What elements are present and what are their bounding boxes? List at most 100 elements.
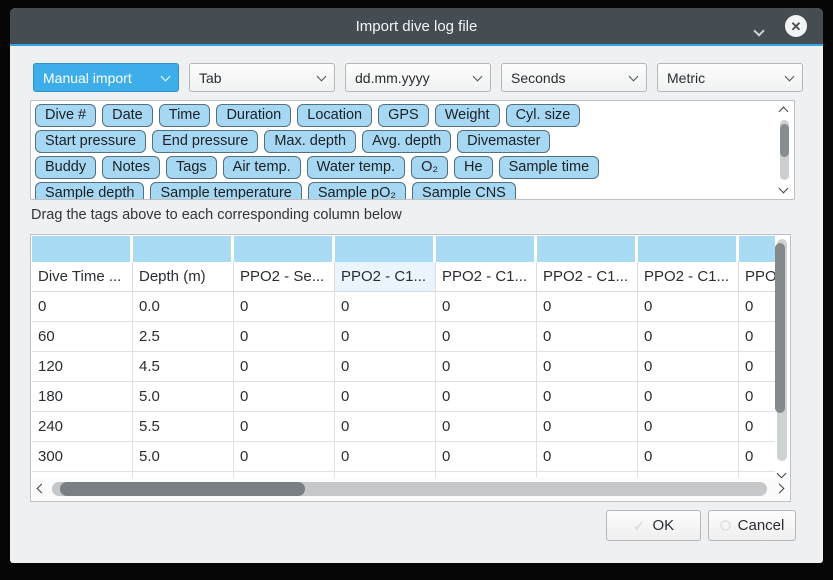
scrollbar-thumb[interactable] bbox=[775, 243, 785, 413]
tag-o[interactable]: O₂ bbox=[411, 156, 448, 179]
tag-water-temp[interactable]: Water temp. bbox=[307, 156, 405, 179]
tag-sample-depth[interactable]: Sample depth bbox=[35, 182, 144, 199]
drop-cell[interactable] bbox=[234, 236, 332, 262]
table-cell[interactable]: 0 bbox=[638, 442, 739, 471]
drop-cell[interactable] bbox=[739, 236, 775, 262]
table-horizontal-scrollbar[interactable] bbox=[32, 478, 789, 500]
table-cell[interactable]: 300 bbox=[32, 442, 133, 471]
tag-duration[interactable]: Duration bbox=[216, 104, 291, 127]
table-cell[interactable]: 0 bbox=[537, 412, 638, 441]
tag-start-pressure[interactable]: Start pressure bbox=[35, 130, 146, 153]
table-cell[interactable]: 5.0 bbox=[133, 382, 234, 411]
table-cell[interactable]: 0 bbox=[436, 292, 537, 321]
tag-gps[interactable]: GPS bbox=[378, 104, 429, 127]
table-cell[interactable]: 0 bbox=[739, 442, 775, 471]
table-cell[interactable]: 0 bbox=[234, 382, 335, 411]
table-cell[interactable]: 0 bbox=[335, 412, 436, 441]
table-cell[interactable]: 0 bbox=[537, 322, 638, 351]
tag-tags[interactable]: Tags bbox=[166, 156, 217, 179]
field-separator-select[interactable]: Tab bbox=[189, 63, 335, 92]
table-cell[interactable]: 0 bbox=[739, 382, 775, 411]
tag-sample-cns[interactable]: Sample CNS bbox=[412, 182, 516, 199]
tag-air-temp[interactable]: Air temp. bbox=[223, 156, 301, 179]
tag-buddy[interactable]: Buddy bbox=[35, 156, 96, 179]
table-cell[interactable]: 0 bbox=[537, 382, 638, 411]
chevron-down-icon[interactable] bbox=[779, 184, 789, 194]
tag-pool-scrollbar[interactable] bbox=[778, 104, 791, 196]
chevron-left-icon[interactable] bbox=[37, 484, 47, 494]
chevron-right-icon[interactable] bbox=[775, 484, 785, 494]
table-cell[interactable]: 0 bbox=[234, 352, 335, 381]
table-cell[interactable]: 0 bbox=[436, 412, 537, 441]
table-cell[interactable]: 0 bbox=[436, 322, 537, 351]
tag-notes[interactable]: Notes bbox=[102, 156, 160, 179]
date-format-select[interactable]: dd.mm.yyyy bbox=[345, 63, 491, 92]
cancel-button[interactable]: Cancel bbox=[708, 510, 796, 541]
table-cell[interactable]: 0 bbox=[335, 352, 436, 381]
tag-weight[interactable]: Weight bbox=[435, 104, 500, 127]
table-cell[interactable]: 0 bbox=[739, 292, 775, 321]
table-cell[interactable]: 60 bbox=[32, 322, 133, 351]
import-mode-select[interactable]: Manual import bbox=[33, 63, 179, 92]
table-cell[interactable]: 0 bbox=[335, 442, 436, 471]
tag-location[interactable]: Location bbox=[297, 104, 372, 127]
column-header[interactable]: PPO2 - C1... bbox=[335, 262, 436, 291]
column-header[interactable]: PPO2 bbox=[739, 262, 775, 291]
table-cell[interactable]: 0 bbox=[436, 442, 537, 471]
tag-sample-temperature[interactable]: Sample temperature bbox=[150, 182, 301, 199]
tag-date[interactable]: Date bbox=[102, 104, 153, 127]
column-header[interactable]: PPO2 - C1... bbox=[638, 262, 739, 291]
close-icon[interactable]: ✕ bbox=[785, 15, 807, 37]
tag-he[interactable]: He bbox=[454, 156, 493, 179]
column-header[interactable]: PPO2 - C1... bbox=[537, 262, 638, 291]
table-cell[interactable]: 0 bbox=[638, 292, 739, 321]
tag-divemaster[interactable]: Divemaster bbox=[457, 130, 550, 153]
tag-cyl-size[interactable]: Cyl. size bbox=[506, 104, 581, 127]
tag-max-depth[interactable]: Max. depth bbox=[264, 130, 356, 153]
table-cell[interactable]: 0 bbox=[335, 322, 436, 351]
table-cell[interactable]: 240 bbox=[32, 412, 133, 441]
table-cell[interactable]: 0 bbox=[234, 442, 335, 471]
tag-time[interactable]: Time bbox=[159, 104, 211, 127]
drop-cell[interactable] bbox=[133, 236, 231, 262]
table-cell[interactable]: 4.5 bbox=[133, 352, 234, 381]
table-cell[interactable]: 0 bbox=[436, 382, 537, 411]
column-header[interactable]: Dive Time ... bbox=[32, 262, 133, 291]
drop-cell[interactable] bbox=[537, 236, 635, 262]
table-cell[interactable]: 0 bbox=[32, 292, 133, 321]
table-cell[interactable]: 0 bbox=[537, 442, 638, 471]
table-cell[interactable]: 5.0 bbox=[133, 442, 234, 471]
scrollbar-track[interactable] bbox=[780, 120, 789, 180]
chevron-up-icon[interactable] bbox=[779, 107, 789, 117]
table-cell[interactable]: 0 bbox=[234, 292, 335, 321]
scrollbar-thumb[interactable] bbox=[780, 124, 789, 157]
tag-end-pressure[interactable]: End pressure bbox=[152, 130, 258, 153]
tag-dive[interactable]: Dive # bbox=[35, 104, 96, 127]
column-header[interactable]: PPO2 - C1... bbox=[436, 262, 537, 291]
titlebar[interactable]: Import dive log file ✕ bbox=[10, 8, 823, 44]
table-cell[interactable]: 120 bbox=[32, 352, 133, 381]
table-cell[interactable]: 0 bbox=[335, 292, 436, 321]
table-cell[interactable]: 0 bbox=[436, 352, 537, 381]
ok-button[interactable]: ✓ OK bbox=[606, 510, 701, 541]
column-header[interactable]: Depth (m) bbox=[133, 262, 234, 291]
shade-chevron-icon[interactable] bbox=[755, 22, 765, 32]
table-cell[interactable]: 0 bbox=[638, 322, 739, 351]
table-vertical-scrollbar[interactable] bbox=[775, 237, 789, 479]
tag-avg-depth[interactable]: Avg. depth bbox=[362, 130, 451, 153]
drop-cell[interactable] bbox=[32, 236, 130, 262]
table-cell[interactable]: 0 bbox=[739, 412, 775, 441]
table-cell[interactable]: 0 bbox=[739, 322, 775, 351]
table-cell[interactable]: 2.5 bbox=[133, 322, 234, 351]
scrollbar-track[interactable] bbox=[52, 482, 767, 496]
table-cell[interactable]: 5.5 bbox=[133, 412, 234, 441]
column-header[interactable]: PPO2 - Se... bbox=[234, 262, 335, 291]
tag-sample-time[interactable]: Sample time bbox=[499, 156, 600, 179]
drop-cell[interactable] bbox=[335, 236, 433, 262]
tag-sample-po[interactable]: Sample pO₂ bbox=[308, 182, 406, 199]
drop-cell[interactable] bbox=[638, 236, 736, 262]
table-cell[interactable]: 0 bbox=[234, 412, 335, 441]
table-cell[interactable]: 0 bbox=[537, 352, 638, 381]
table-cell[interactable]: 0 bbox=[234, 322, 335, 351]
units-select[interactable]: Metric bbox=[657, 63, 803, 92]
